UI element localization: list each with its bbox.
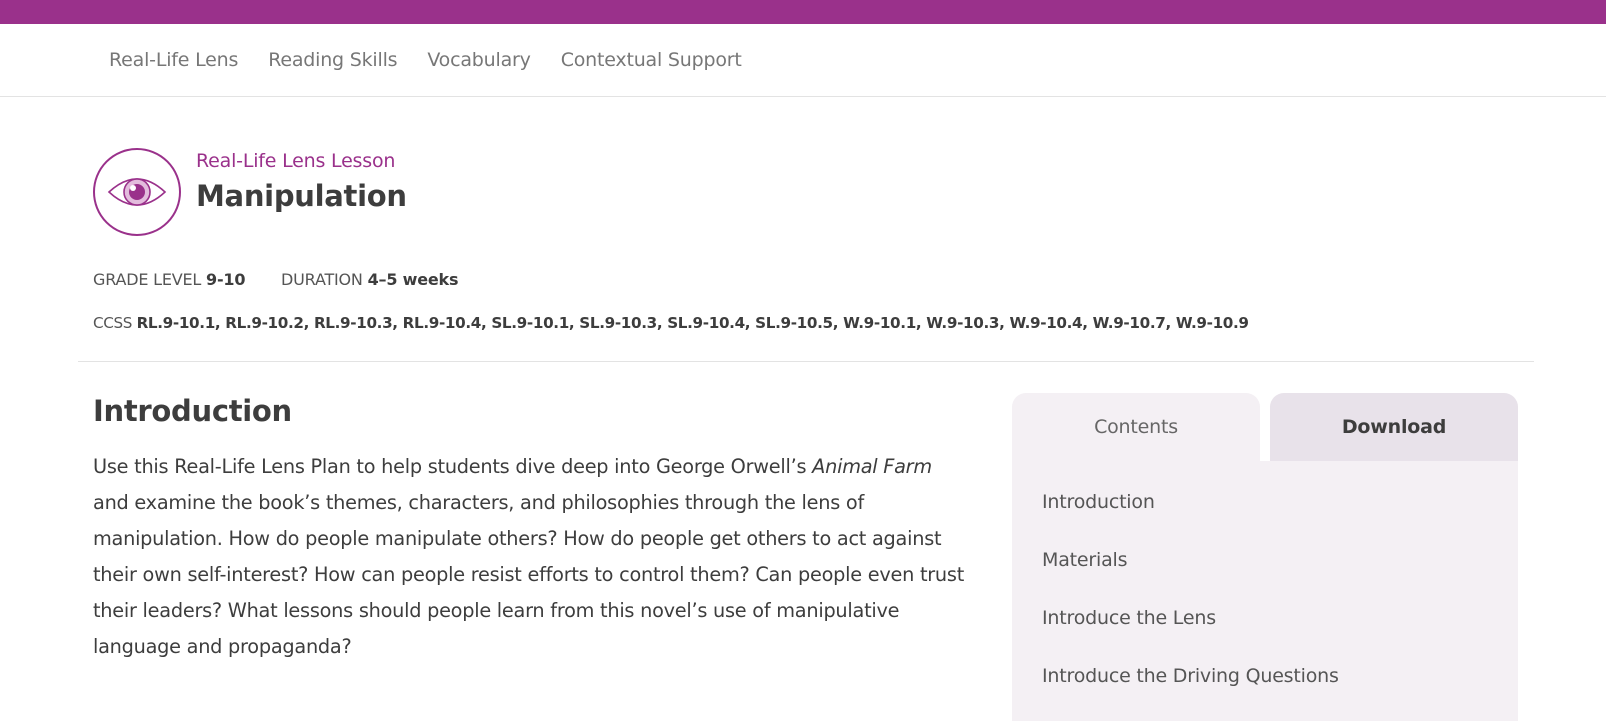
section-divider (78, 361, 1534, 362)
intro-text-part-1: Use this Real-Life Lens Plan to help stu… (93, 455, 813, 478)
tab-contents[interactable]: Contents (1012, 393, 1260, 461)
duration-label: DURATION (281, 270, 363, 289)
contents-link-introduce-the-driving-questions[interactable]: Introduce the Driving Questions (1012, 665, 1518, 723)
sidebar-tabs: Contents Download (1012, 393, 1518, 461)
contents-link-materials[interactable]: Materials (1012, 549, 1518, 607)
ccss-standards: CCSS RL.9-10.1, RL.9-10.2, RL.9-10.3, RL… (93, 314, 1249, 332)
introduction-heading: Introduction (93, 394, 292, 428)
eye-icon (93, 148, 181, 236)
ccss-value: RL.9-10.1, RL.9-10.2, RL.9-10.3, RL.9-10… (136, 314, 1249, 332)
top-nav: Real-Life Lens Reading Skills Vocabulary… (0, 24, 1606, 97)
page-title: Manipulation (196, 179, 407, 213)
intro-text-part-2: and examine the book’s themes, character… (93, 491, 965, 658)
eye-icon-graphic (107, 178, 167, 206)
grade-level-value: 9-10 (206, 270, 246, 289)
contents-panel: Introduction Materials Introduce the Len… (1012, 461, 1518, 721)
tab-download[interactable]: Download (1270, 393, 1518, 461)
lesson-meta: GRADE LEVEL 9-10 DURATION 4–5 weeks (93, 270, 458, 289)
contents-link-introduce-the-lens[interactable]: Introduce the Lens (1012, 607, 1518, 665)
grade-level-label: GRADE LEVEL (93, 270, 202, 289)
lesson-kicker: Real-Life Lens Lesson (196, 150, 396, 172)
nav-item-vocabulary[interactable]: Vocabulary (427, 49, 531, 71)
book-title: Animal Farm (812, 455, 932, 478)
top-brand-bar (0, 0, 1606, 24)
lesson-header: Real-Life Lens Lesson Manipulation (93, 148, 407, 236)
nav-item-real-life-lens[interactable]: Real-Life Lens (109, 49, 238, 71)
contents-link-introduction[interactable]: Introduction (1012, 491, 1518, 549)
lesson-sidebar: Contents Download Introduction Materials… (1012, 393, 1518, 721)
duration-value: 4–5 weeks (367, 270, 459, 289)
ccss-label: CCSS (93, 314, 133, 332)
nav-item-reading-skills[interactable]: Reading Skills (268, 49, 397, 71)
introduction-text: Use this Real-Life Lens Plan to help stu… (93, 449, 973, 665)
nav-item-contextual-support[interactable]: Contextual Support (561, 49, 742, 71)
